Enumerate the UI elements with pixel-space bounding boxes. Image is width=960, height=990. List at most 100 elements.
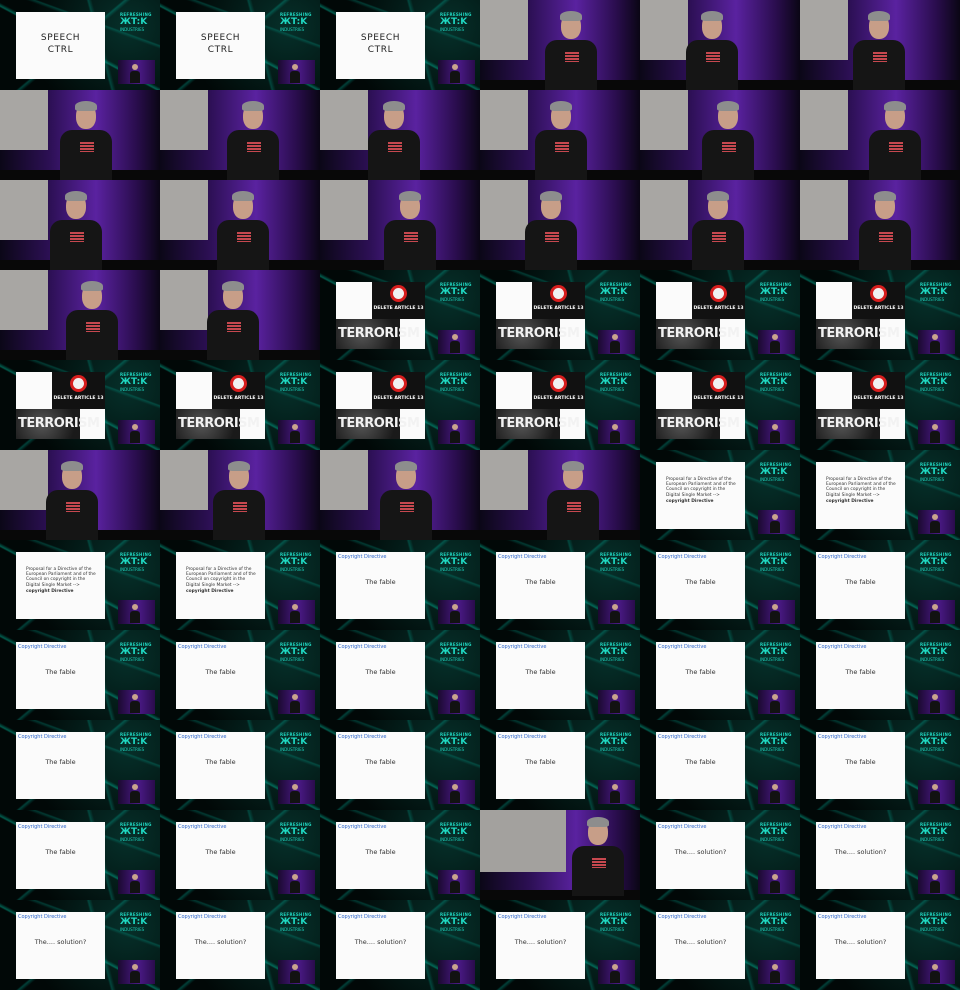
thumbnail-slide-47[interactable]: Copyright Directive The fable REFRESHING …: [800, 630, 960, 720]
thumbnail-slide-60[interactable]: Copyright Directive The.... solution? REF…: [0, 900, 160, 990]
thumbnail-stage-17[interactable]: [800, 180, 960, 270]
delete-article-banner: DELETE ARTICLE 13: [852, 372, 905, 409]
slide-body: The.... solution?: [34, 938, 87, 946]
thumbnail-stage-33[interactable]: [480, 450, 640, 540]
thumbnail-slide-49[interactable]: Copyright Directive The fable REFRESHING …: [160, 720, 320, 810]
thumbnail-slide-40[interactable]: Copyright Directive The fable REFRESHING …: [640, 540, 800, 630]
slide-body: The.... solution?: [514, 938, 567, 946]
thumbnail-slide-38[interactable]: Copyright Directive The fable REFRESHING …: [320, 540, 480, 630]
thumbnail-slide-52[interactable]: Copyright Directive The fable REFRESHING …: [640, 720, 800, 810]
badge-bottom-text: INDUSTRIES: [920, 657, 945, 662]
thumbnail-stage-8[interactable]: [320, 90, 480, 180]
thumbnail-slide-56[interactable]: Copyright Directive The fable REFRESHING …: [320, 810, 480, 900]
thumbnail-slide-58[interactable]: Copyright Directive The.... solution? REF…: [640, 810, 800, 900]
thumbnail-stage-12[interactable]: [0, 180, 160, 270]
thumbnail-stage-30[interactable]: [0, 450, 160, 540]
slide-panel: Copyright Directive The fable: [176, 642, 265, 709]
no-sign-icon: [390, 375, 407, 392]
thumbnail-stage-5[interactable]: [800, 0, 960, 90]
slide-body: The.... solution?: [674, 848, 727, 856]
speaker-inset: [118, 600, 155, 624]
thumbnail-stage-11[interactable]: [800, 90, 960, 180]
speaker-inset-figure: [450, 964, 460, 984]
speaker-inset: [278, 870, 315, 894]
thumbnail-slide-59[interactable]: Copyright Directive The.... solution? REF…: [800, 810, 960, 900]
speaker-inset-figure: [130, 784, 140, 804]
thumbnail-stage-6[interactable]: [0, 90, 160, 180]
thumbnail-stage-31[interactable]: [160, 450, 320, 540]
thumbnail-slide-23[interactable]: DELETE ARTICLE 13 TERRORISM REFRESHING ЖT…: [800, 270, 960, 360]
thumbnail-slide-26[interactable]: DELETE ARTICLE 13 TERRORISM REFRESHING ЖT…: [320, 360, 480, 450]
thumbnail-slide-54[interactable]: Copyright Directive The fable REFRESHING …: [0, 810, 160, 900]
badge-bottom-text: INDUSTRIES: [120, 927, 145, 932]
delete-article-banner: DELETE ARTICLE 13: [212, 372, 265, 409]
thumbnail-slide-25[interactable]: DELETE ARTICLE 13 TERRORISM REFRESHING ЖT…: [160, 360, 320, 450]
thumbnail-stage-4[interactable]: [640, 0, 800, 90]
thumbnail-slide-39[interactable]: Copyright Directive The fable REFRESHING …: [480, 540, 640, 630]
thumbnail-stage-3[interactable]: [480, 0, 640, 90]
thumbnail-slide-35[interactable]: Proposal for a Directive of the European…: [800, 450, 960, 540]
thumbnail-slide-37[interactable]: Proposal for a Directive of the European…: [160, 540, 320, 630]
thumbnail-slide-1[interactable]: SPEECH CTRL REFRESHING ЖT:K INDUSTRIES: [160, 0, 320, 90]
slide-heading: Copyright Directive: [338, 554, 387, 560]
projection-screen: [320, 450, 368, 510]
thumbnail-slide-2[interactable]: SPEECH CTRL REFRESHING ЖT:K INDUSTRIES: [320, 0, 480, 90]
speaker-inset-figure: [610, 424, 620, 444]
thumbnail-slide-51[interactable]: Copyright Directive The fable REFRESHING …: [480, 720, 640, 810]
thumbnail-slide-44[interactable]: Copyright Directive The fable REFRESHING …: [320, 630, 480, 720]
thumbnail-stage-16[interactable]: [640, 180, 800, 270]
thumbnail-stage-57[interactable]: [480, 810, 640, 900]
tshirt-print: [233, 502, 247, 512]
thumbnail-slide-41[interactable]: Copyright Directive The fable REFRESHING …: [800, 540, 960, 630]
speaker-inset: [278, 780, 315, 804]
thumbnail-slide-63[interactable]: Copyright Directive The.... solution? REF…: [480, 900, 640, 990]
speaker-inset-figure: [770, 604, 780, 624]
thumbnail-slide-65[interactable]: Copyright Directive The.... solution? REF…: [800, 900, 960, 990]
thumbnail-stage-10[interactable]: [640, 90, 800, 180]
thumbnail-slide-36[interactable]: Proposal for a Directive of the European…: [0, 540, 160, 630]
thumbnail-slide-22[interactable]: DELETE ARTICLE 13 TERRORISM REFRESHING ЖT…: [640, 270, 800, 360]
thumbnail-slide-46[interactable]: Copyright Directive The fable REFRESHING …: [640, 630, 800, 720]
thumbnail-slide-61[interactable]: Copyright Directive The.... solution? REF…: [160, 900, 320, 990]
thumbnail-stage-19[interactable]: [160, 270, 320, 360]
thumbnail-slide-0[interactable]: SPEECH CTRL REFRESHING ЖT:K INDUSTRIES: [0, 0, 160, 90]
proposal-short-name: copyright Directive: [186, 588, 234, 594]
event-badge: REFRESHING ЖT:K INDUSTRIES: [920, 642, 954, 678]
thumbnail-slide-42[interactable]: Copyright Directive The fable REFRESHING …: [0, 630, 160, 720]
event-badge: REFRESHING ЖT:K INDUSTRIES: [920, 912, 954, 948]
thumbnail-slide-24[interactable]: DELETE ARTICLE 13 TERRORISM REFRESHING ЖT…: [0, 360, 160, 450]
thumbnail-stage-7[interactable]: [160, 90, 320, 180]
thumbnail-slide-64[interactable]: Copyright Directive The.... solution? REF…: [640, 900, 800, 990]
slide-body: The fable: [845, 668, 876, 676]
thumbnail-slide-29[interactable]: DELETE ARTICLE 13 TERRORISM REFRESHING ЖT…: [800, 360, 960, 450]
thumbnail-slide-27[interactable]: DELETE ARTICLE 13 TERRORISM REFRESHING ЖT…: [480, 360, 640, 450]
event-badge: REFRESHING ЖT:K INDUSTRIES: [760, 552, 794, 588]
slide-body: The fable: [845, 578, 876, 586]
thumbnail-slide-55[interactable]: Copyright Directive The fable REFRESHING …: [160, 810, 320, 900]
slide-body: The fable: [365, 578, 396, 586]
badge-logo-text: ЖT:K: [920, 377, 948, 387]
slide-heading: Copyright Directive: [338, 734, 387, 740]
thumbnail-stage-32[interactable]: [320, 450, 480, 540]
thumbnail-stage-9[interactable]: [480, 90, 640, 180]
event-badge: REFRESHING ЖT:K INDUSTRIES: [440, 372, 474, 408]
thumbnail-slide-20[interactable]: DELETE ARTICLE 13 TERRORISM REFRESHING ЖT…: [320, 270, 480, 360]
thumbnail-slide-28[interactable]: DELETE ARTICLE 13 TERRORISM REFRESHING ЖT…: [640, 360, 800, 450]
thumbnail-stage-13[interactable]: [160, 180, 320, 270]
speaker-inset-figure: [290, 424, 300, 444]
thumbnail-slide-21[interactable]: DELETE ARTICLE 13 TERRORISM REFRESHING ЖT…: [480, 270, 640, 360]
thumbnail-stage-14[interactable]: [320, 180, 480, 270]
thumbnail-slide-43[interactable]: Copyright Directive The fable REFRESHING …: [160, 630, 320, 720]
thumbnail-slide-45[interactable]: Copyright Directive The fable REFRESHING …: [480, 630, 640, 720]
terrorism-word: TERRORISM: [178, 416, 260, 431]
speaker-inset-figure: [770, 514, 780, 534]
thumbnail-slide-53[interactable]: Copyright Directive The fable REFRESHING …: [800, 720, 960, 810]
thumbnail-slide-62[interactable]: Copyright Directive The.... solution? REF…: [320, 900, 480, 990]
thumbnail-slide-50[interactable]: Copyright Directive The fable REFRESHING …: [320, 720, 480, 810]
thumbnail-stage-15[interactable]: [480, 180, 640, 270]
thumbnail-slide-48[interactable]: Copyright Directive The fable REFRESHING …: [0, 720, 160, 810]
thumbnail-slide-34[interactable]: Proposal for a Directive of the European…: [640, 450, 800, 540]
thumbnail-stage-18[interactable]: [0, 270, 160, 360]
speaker-inset-figure: [450, 874, 460, 894]
badge-bottom-text: INDUSTRIES: [280, 657, 305, 662]
